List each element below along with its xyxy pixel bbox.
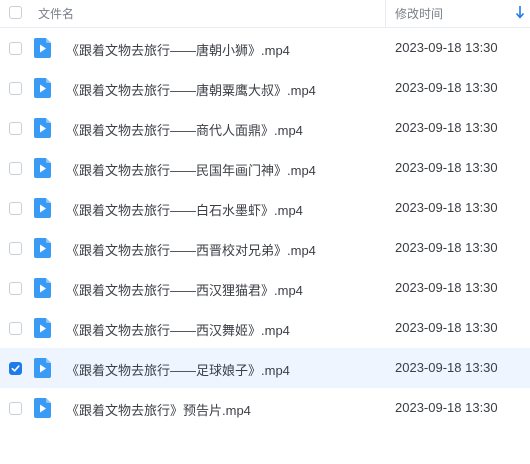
video-file-icon xyxy=(34,158,51,178)
file-modified-time: 2023-09-18 13:30 xyxy=(395,400,498,415)
file-row[interactable]: 《跟着文物去旅行——唐朝粟鹰大叔》.mp4 2023-09-18 13:30 xyxy=(0,68,530,108)
file-row[interactable]: 《跟着文物去旅行》预告片.mp4 2023-09-18 13:30 xyxy=(0,388,530,428)
video-file-icon xyxy=(34,278,51,298)
select-all-checkbox[interactable] xyxy=(9,6,22,19)
arrow-down-icon[interactable] xyxy=(515,4,525,20)
file-modified-time: 2023-09-18 13:30 xyxy=(395,240,498,255)
file-row[interactable]: 《跟着文物去旅行——西晋校对兄弟》.mp4 2023-09-18 13:30 xyxy=(0,228,530,268)
file-row[interactable]: 《跟着文物去旅行——民国年画门神》.mp4 2023-09-18 13:30 xyxy=(0,148,530,188)
column-header-name[interactable]: 文件名 xyxy=(38,5,74,22)
file-checkbox[interactable] xyxy=(9,82,22,95)
file-checkbox[interactable] xyxy=(9,122,22,135)
file-modified-time: 2023-09-18 13:30 xyxy=(395,80,498,95)
file-checkbox[interactable] xyxy=(9,162,22,175)
file-checkbox[interactable] xyxy=(9,242,22,255)
file-modified-time: 2023-09-18 13:30 xyxy=(395,280,498,295)
file-modified-time: 2023-09-18 13:30 xyxy=(395,160,498,175)
file-checkbox[interactable] xyxy=(9,322,22,335)
file-row[interactable]: 《跟着文物去旅行——西汉狸猫君》.mp4 2023-09-18 13:30 xyxy=(0,268,530,308)
column-header-modified-time[interactable]: 修改时间 xyxy=(395,5,443,22)
file-row[interactable]: 《跟着文物去旅行——唐朝小狮》.mp4 2023-09-18 13:30 xyxy=(0,28,530,68)
file-list: 文件名 修改时间 《跟着文物去旅行——唐朝小狮》.mp4 2023-09-18 1… xyxy=(0,0,530,464)
video-file-icon xyxy=(34,78,51,98)
file-checkbox[interactable] xyxy=(9,282,22,295)
file-checkbox[interactable] xyxy=(9,362,22,375)
file-modified-time: 2023-09-18 13:30 xyxy=(395,200,498,215)
file-name[interactable]: 《跟着文物去旅行——民国年画门神》.mp4 xyxy=(66,160,316,179)
file-modified-time: 2023-09-18 13:30 xyxy=(395,120,498,135)
file-modified-time: 2023-09-18 13:30 xyxy=(395,40,498,55)
file-row[interactable]: 《跟着文物去旅行——商代人面鼎》.mp4 2023-09-18 13:30 xyxy=(0,108,530,148)
video-file-icon xyxy=(34,358,51,378)
video-file-icon xyxy=(34,198,51,218)
file-name[interactable]: 《跟着文物去旅行——白石水墨虾》.mp4 xyxy=(66,200,303,219)
file-name[interactable]: 《跟着文物去旅行——西汉狸猫君》.mp4 xyxy=(66,280,303,299)
video-file-icon xyxy=(34,318,51,338)
file-name[interactable]: 《跟着文物去旅行——西汉舞姬》.mp4 xyxy=(66,320,290,339)
file-checkbox[interactable] xyxy=(9,402,22,415)
file-row[interactable]: 《跟着文物去旅行——足球娘子》.mp4 2023-09-18 13:30 xyxy=(0,348,530,388)
file-row[interactable]: 《跟着文物去旅行——西汉舞姬》.mp4 2023-09-18 13:30 xyxy=(0,308,530,348)
video-file-icon xyxy=(34,238,51,258)
file-name[interactable]: 《跟着文物去旅行》预告片.mp4 xyxy=(66,400,251,419)
file-name[interactable]: 《跟着文物去旅行——唐朝小狮》.mp4 xyxy=(66,40,290,59)
file-name[interactable]: 《跟着文物去旅行——足球娘子》.mp4 xyxy=(66,360,290,379)
file-name[interactable]: 《跟着文物去旅行——西晋校对兄弟》.mp4 xyxy=(66,240,316,259)
file-checkbox[interactable] xyxy=(9,202,22,215)
file-name[interactable]: 《跟着文物去旅行——唐朝粟鹰大叔》.mp4 xyxy=(66,80,316,99)
video-file-icon xyxy=(34,38,51,58)
file-name[interactable]: 《跟着文物去旅行——商代人面鼎》.mp4 xyxy=(66,120,303,139)
video-file-icon xyxy=(34,398,51,418)
file-row[interactable]: 《跟着文物去旅行——白石水墨虾》.mp4 2023-09-18 13:30 xyxy=(0,188,530,228)
file-modified-time: 2023-09-18 13:30 xyxy=(395,320,498,335)
column-divider[interactable] xyxy=(385,0,386,27)
file-modified-time: 2023-09-18 13:30 xyxy=(395,360,498,375)
file-checkbox[interactable] xyxy=(9,42,22,55)
list-header: 文件名 修改时间 xyxy=(0,0,530,28)
video-file-icon xyxy=(34,118,51,138)
